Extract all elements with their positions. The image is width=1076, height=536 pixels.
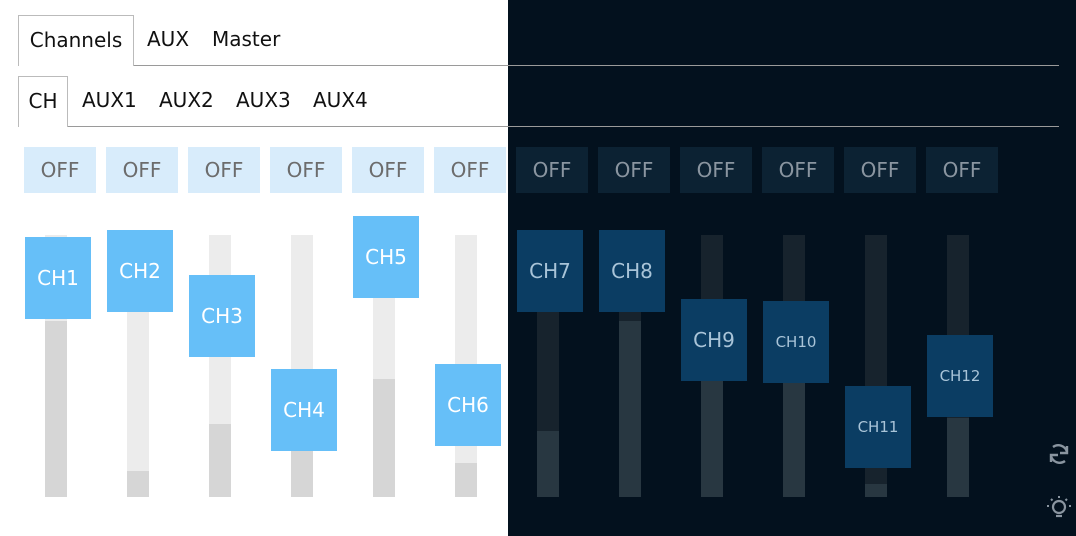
- fader-level-fill: [291, 450, 313, 497]
- fader-level-fill: [209, 424, 231, 497]
- fader-knob-ch12[interactable]: CH12: [927, 335, 993, 417]
- fader-level-fill: [127, 471, 149, 497]
- subtab-aux2[interactable]: AUX2: [159, 76, 214, 125]
- main-tab-bar: Channels AUX Master: [18, 15, 1059, 66]
- tab-channels[interactable]: Channels: [18, 15, 134, 66]
- mute-button-ch6[interactable]: OFF: [434, 147, 506, 193]
- mute-button-ch4[interactable]: OFF: [270, 147, 342, 193]
- fader-knob-ch7[interactable]: CH7: [517, 230, 583, 312]
- subtab-aux4[interactable]: AUX4: [313, 76, 368, 125]
- fader-knob-ch5[interactable]: CH5: [353, 216, 419, 298]
- fader-knob-label: CH12: [939, 367, 981, 385]
- fader-level-fill: [537, 431, 559, 497]
- fader-knob-ch1[interactable]: CH1: [25, 237, 91, 319]
- fader-knob-label: CH1: [37, 266, 79, 290]
- mute-button-ch10[interactable]: OFF: [762, 147, 834, 193]
- fader-knob-label: CH7: [529, 259, 571, 283]
- tab-master[interactable]: Master: [212, 15, 280, 64]
- fader-level-fill: [947, 418, 969, 497]
- fader-level-fill: [865, 484, 887, 497]
- mute-button-ch12[interactable]: OFF: [926, 147, 998, 193]
- mute-button-ch1[interactable]: OFF: [24, 147, 96, 193]
- mute-button-ch11[interactable]: OFF: [844, 147, 916, 193]
- fader-knob-label: CH3: [201, 304, 243, 328]
- mute-button-ch8[interactable]: OFF: [598, 147, 670, 193]
- fader-knob-label: CH4: [283, 398, 325, 422]
- fader-knob-ch10[interactable]: CH10: [763, 301, 829, 383]
- fader-knob-label: CH11: [857, 418, 899, 436]
- fader-track-ch4[interactable]: [291, 235, 313, 497]
- subtab-aux3[interactable]: AUX3: [236, 76, 291, 125]
- mute-button-ch2[interactable]: OFF: [106, 147, 178, 193]
- fader-level-fill: [619, 321, 641, 497]
- fader-level-fill: [783, 382, 805, 497]
- fader-knob-ch8[interactable]: CH8: [599, 230, 665, 312]
- fader-knob-ch3[interactable]: CH3: [189, 275, 255, 357]
- fader-level-fill: [455, 463, 477, 497]
- fader-knob-label: CH5: [365, 245, 407, 269]
- lightbulb-icon[interactable]: [1046, 495, 1072, 521]
- mute-button-ch5[interactable]: OFF: [352, 147, 424, 193]
- mute-button-ch7[interactable]: OFF: [516, 147, 588, 193]
- mute-button-ch9[interactable]: OFF: [680, 147, 752, 193]
- refresh-icon[interactable]: [1046, 441, 1072, 467]
- fader-knob-label: CH6: [447, 393, 489, 417]
- fader-knob-label: CH10: [775, 333, 817, 351]
- fader-level-fill: [373, 379, 395, 497]
- fader-level-fill: [701, 379, 723, 497]
- fader-knob-label: CH8: [611, 259, 653, 283]
- fader-knob-ch6[interactable]: CH6: [435, 364, 501, 446]
- fader-level-fill: [45, 321, 67, 497]
- fader-knob-ch2[interactable]: CH2: [107, 230, 173, 312]
- mute-button-ch3[interactable]: OFF: [188, 147, 260, 193]
- tab-aux[interactable]: AUX: [147, 15, 189, 64]
- fader-knob-ch4[interactable]: CH4: [271, 369, 337, 451]
- fader-knob-ch11[interactable]: CH11: [845, 386, 911, 468]
- subtab-aux1[interactable]: AUX1: [82, 76, 137, 125]
- fader-knob-ch9[interactable]: CH9: [681, 299, 747, 381]
- fader-knob-label: CH9: [693, 328, 735, 352]
- sub-tab-bar: CH AUX1 AUX2 AUX3 AUX4: [18, 76, 1059, 127]
- subtab-ch[interactable]: CH: [18, 76, 68, 127]
- fader-knob-label: CH2: [119, 259, 161, 283]
